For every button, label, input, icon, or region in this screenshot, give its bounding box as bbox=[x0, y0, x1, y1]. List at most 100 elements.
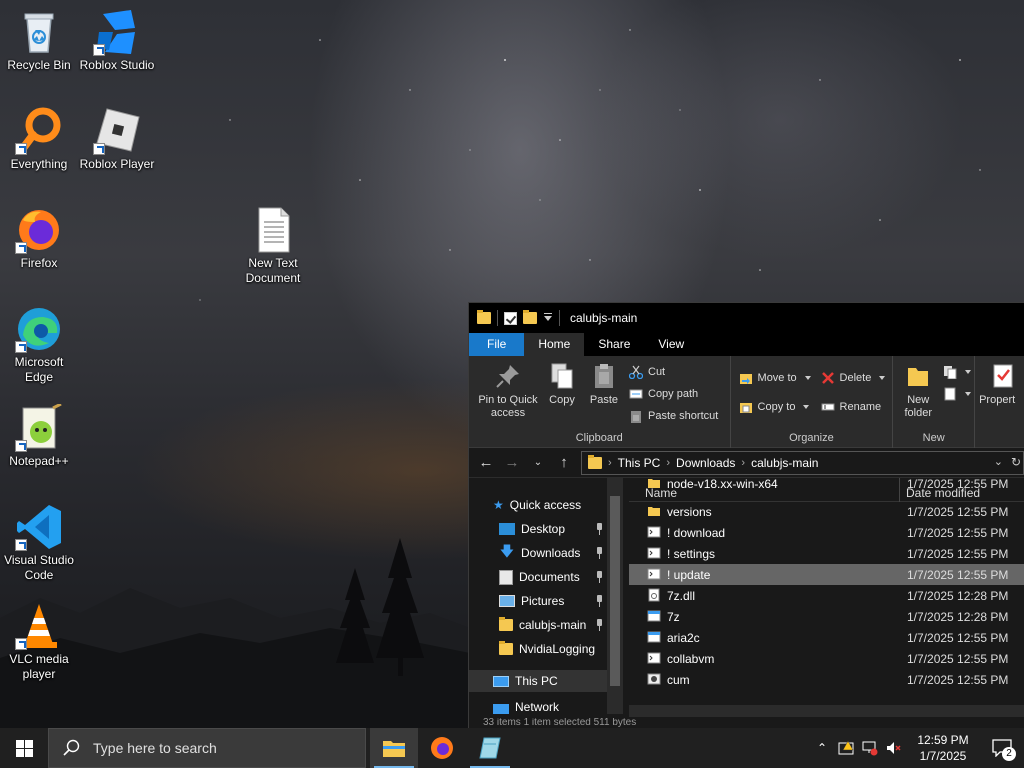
desktop-icon-firefox[interactable]: Firefox bbox=[1, 206, 77, 271]
star-icon: ★ bbox=[493, 498, 504, 512]
file-row[interactable]: 7z.dll 1/7/2025 12:28 PM bbox=[629, 585, 1024, 606]
pin-to-quick-access-button[interactable]: Pin to Quick access bbox=[475, 362, 541, 420]
nav-item-calubjs-main[interactable]: calubjs-main bbox=[499, 614, 607, 636]
nav-item-desktop[interactable]: Desktop bbox=[499, 518, 607, 540]
network-disconnected-icon[interactable] bbox=[858, 728, 882, 768]
tab-share[interactable]: Share bbox=[584, 333, 644, 356]
copy-to-folder-icon bbox=[739, 400, 753, 414]
ribbon-tabs: File Home Share View bbox=[469, 333, 1024, 356]
volume-muted-icon[interactable] bbox=[882, 728, 906, 768]
taskbar-app-3[interactable] bbox=[466, 728, 514, 768]
new-item-button[interactable] bbox=[943, 362, 972, 382]
tab-file[interactable]: File bbox=[469, 333, 525, 356]
group-label-new: New bbox=[922, 432, 945, 444]
up-arrow-icon[interactable]: ↑ bbox=[555, 454, 573, 471]
file-row[interactable]: versions 1/7/2025 12:55 PM bbox=[629, 501, 1024, 522]
security-alert-icon[interactable] bbox=[834, 728, 858, 768]
desktop-icon-everything[interactable]: Everything bbox=[1, 107, 77, 172]
nav-item-label: Desktop bbox=[521, 522, 566, 536]
file-row[interactable]: ! update 1/7/2025 12:55 PM bbox=[629, 564, 1024, 585]
tab-view[interactable]: View bbox=[644, 333, 698, 356]
folder-icon bbox=[499, 641, 513, 655]
move-to-button[interactable]: Move to bbox=[739, 368, 811, 388]
file-date-modified: 1/7/2025 12:28 PM bbox=[907, 610, 1009, 624]
breadcrumb-calubjs-main[interactable]: calubjs-main bbox=[751, 456, 818, 470]
easy-access-button[interactable] bbox=[943, 384, 972, 404]
desktop-icon-label: Roblox Studio bbox=[79, 58, 155, 72]
clock[interactable]: 12:59 PM 1/7/2025 bbox=[906, 732, 980, 764]
desktop-icon-recycle-bin[interactable]: Recycle Bin bbox=[1, 8, 77, 73]
scrollbar-thumb[interactable] bbox=[610, 496, 620, 686]
action-center-button[interactable]: 2 bbox=[980, 728, 1024, 768]
pin-to-quick-access-label: Pin to Quick access bbox=[478, 394, 538, 419]
delete-button[interactable]: Delete bbox=[821, 368, 886, 388]
file-row[interactable]: node-v18.xx-win-x64 1/7/2025 12:55 PM bbox=[629, 478, 1024, 494]
file-date-modified: 1/7/2025 12:55 PM bbox=[907, 526, 1009, 540]
file-row[interactable]: collabvm 1/7/2025 12:55 PM bbox=[629, 648, 1024, 669]
desktop-icon-label: Everything bbox=[10, 157, 68, 171]
window-title: calubjs-main bbox=[570, 311, 638, 325]
breadcrumb-downloads[interactable]: Downloads bbox=[676, 456, 735, 470]
nav-pane-scrollbar[interactable] bbox=[607, 478, 623, 714]
refresh-icon[interactable]: ↻ bbox=[1011, 455, 1021, 469]
desktop-icon-roblox-player[interactable]: Roblox Player bbox=[79, 107, 155, 172]
file-row[interactable]: ! settings 1/7/2025 12:55 PM bbox=[629, 543, 1024, 564]
shortcut-arrow-icon bbox=[15, 341, 27, 353]
desktop-icon-visual-studio-code[interactable]: Visual Studio Code bbox=[1, 503, 77, 583]
tab-home[interactable]: Home bbox=[524, 333, 585, 356]
copy-path-icon bbox=[629, 387, 643, 401]
cut-button[interactable]: Cut bbox=[628, 362, 665, 382]
dll-file-icon bbox=[647, 588, 661, 602]
file-name: ! settings bbox=[667, 547, 716, 561]
desktop-icon-label: Notepad++ bbox=[9, 454, 69, 468]
title-bar[interactable]: calubjs-main bbox=[469, 303, 1024, 333]
nav-item-downloads[interactable]: 🡇 Downloads bbox=[499, 542, 607, 564]
new-folder-quick-access-icon[interactable] bbox=[523, 310, 537, 324]
nav-item-documents[interactable]: Documents bbox=[499, 566, 607, 588]
taskbar-file-explorer[interactable] bbox=[370, 728, 418, 768]
nav-item-pictures[interactable]: Pictures bbox=[499, 590, 607, 612]
rename-icon bbox=[821, 400, 835, 414]
recent-locations-chevron-icon[interactable]: ⌄ bbox=[529, 457, 547, 468]
desktop-icon-new-text-document[interactable]: New Text Document bbox=[235, 206, 311, 286]
rename-button[interactable]: Rename bbox=[821, 397, 881, 417]
desktop-icon-vlc-media-player[interactable]: VLC media player bbox=[1, 602, 77, 682]
desktop-icon-label: Microsoft Edge bbox=[14, 355, 64, 384]
show-hidden-icons-chevron-icon[interactable]: ⌃ bbox=[810, 728, 834, 768]
file-date-modified: 1/7/2025 12:55 PM bbox=[907, 631, 1009, 645]
file-row[interactable]: ! download 1/7/2025 12:55 PM bbox=[629, 522, 1024, 543]
edge-icon bbox=[15, 305, 63, 353]
file-row[interactable]: cum 1/7/2025 12:55 PM bbox=[629, 669, 1024, 690]
desktop-icon-label: Roblox Player bbox=[79, 157, 155, 171]
nav-item-nvidialogging[interactable]: NvidiaLogging bbox=[499, 638, 607, 660]
shortcut-arrow-icon bbox=[15, 638, 27, 650]
new-folder-button[interactable]: New folder bbox=[897, 362, 939, 420]
file-row[interactable]: 7z 1/7/2025 12:28 PM bbox=[629, 606, 1024, 627]
address-history-chevron-icon[interactable]: ⌄ bbox=[994, 455, 1003, 468]
file-name: cum bbox=[667, 673, 690, 687]
script-file-icon bbox=[647, 525, 661, 539]
copy-to-button[interactable]: Copy to bbox=[739, 397, 810, 417]
nav-this-pc[interactable]: This PC bbox=[469, 670, 607, 692]
copy-button[interactable]: Copy bbox=[543, 362, 581, 407]
horizontal-scrollbar[interactable] bbox=[629, 705, 1024, 717]
file-date-modified: 1/7/2025 12:55 PM bbox=[907, 652, 1009, 666]
paste-shortcut-button[interactable]: Paste shortcut bbox=[629, 406, 718, 426]
copy-path-button[interactable]: Copy path bbox=[629, 384, 698, 404]
desktop-icon-roblox-studio[interactable]: Roblox Studio bbox=[79, 8, 155, 73]
forward-arrow-icon[interactable]: → bbox=[503, 454, 521, 471]
properties-button[interactable]: Propert bbox=[979, 362, 1024, 407]
breadcrumb-this-pc[interactable]: This PC bbox=[618, 456, 661, 470]
desktop-icon-microsoft-edge[interactable]: Microsoft Edge bbox=[1, 305, 77, 385]
start-button[interactable] bbox=[0, 728, 48, 768]
search-box[interactable]: Type here to search bbox=[48, 728, 366, 768]
paste-button[interactable]: Paste bbox=[585, 362, 623, 407]
file-row[interactable]: aria2c 1/7/2025 12:55 PM bbox=[629, 627, 1024, 648]
back-arrow-icon[interactable]: ← bbox=[477, 454, 495, 471]
file-explorer-window[interactable]: calubjs-main File Home Share View Pin to… bbox=[468, 302, 1024, 728]
customize-toolbar-dropdown-icon[interactable] bbox=[543, 313, 553, 323]
taskbar-firefox[interactable] bbox=[418, 728, 466, 768]
address-bar[interactable]: › This PC › Downloads › calubjs-main ⌄ ↻ bbox=[581, 450, 1024, 475]
desktop-icon-notepad-plus-plus[interactable]: Notepad++ bbox=[1, 402, 77, 469]
properties-quick-access-icon[interactable] bbox=[504, 311, 517, 325]
